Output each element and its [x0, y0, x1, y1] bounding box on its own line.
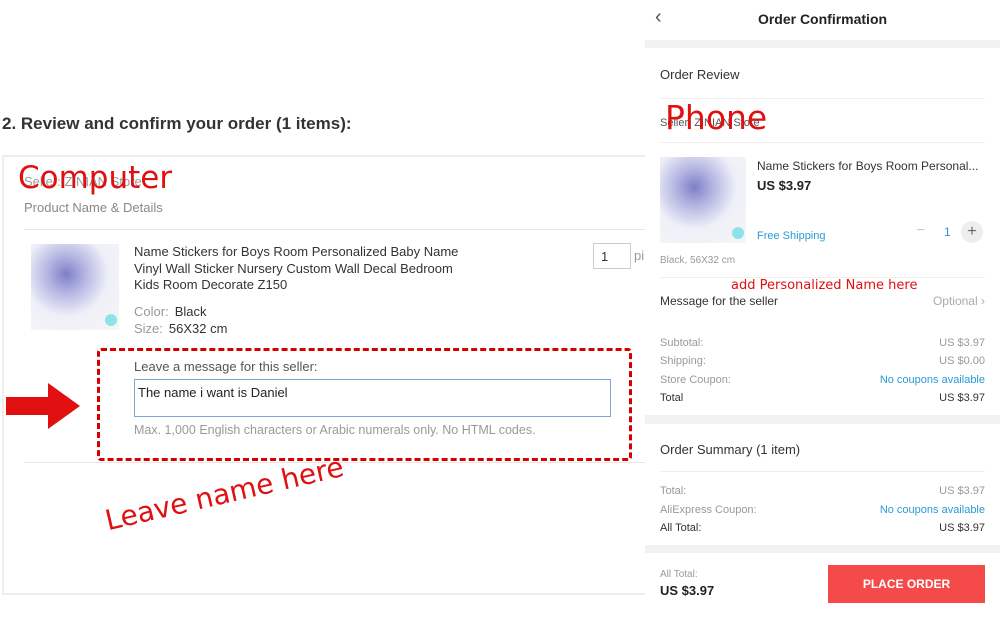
annotation-add-name: add Personalized Name here — [731, 278, 918, 293]
minus-icon[interactable]: − — [916, 222, 925, 240]
quantity-input[interactable]: 1 — [593, 243, 631, 269]
store-coupon-value[interactable]: No coupons available — [880, 374, 985, 386]
arrow-right-icon — [6, 383, 80, 429]
footer-all-total: US $3.97 — [660, 583, 715, 598]
product-price: US $3.97 — [757, 178, 812, 193]
color-label: Color: — [134, 304, 169, 319]
total-value: US $3.97 — [939, 392, 985, 404]
phone-header: ‹ Order Confirmation — [645, 0, 1000, 40]
shipping-row: Shipping: US $0.00 — [660, 355, 985, 367]
product-name[interactable]: Name Stickers for Boys Room Personal... — [757, 159, 978, 173]
store-coupon-label: Store Coupon: — [660, 374, 731, 386]
divider — [24, 229, 645, 230]
store-coupon-row: Store Coupon: No coupons available — [660, 374, 985, 386]
order-summary-title: Order Summary (1 item) — [660, 442, 801, 457]
total-row: Total US $3.97 — [660, 392, 985, 404]
message-label: Message for the seller — [660, 294, 779, 308]
total-label: Total — [660, 392, 684, 404]
ae-coupon-value[interactable]: No coupons available — [880, 504, 985, 516]
color-value: Black — [174, 304, 207, 319]
shipping-value: US $0.00 — [939, 355, 985, 367]
subtotal-label: Subtotal: — [660, 337, 704, 349]
all-total-label: All Total: — [660, 522, 702, 534]
shipping-label: Shipping: — [660, 355, 706, 367]
phone-panel: ‹ Order Confirmation Order Review Seller… — [645, 0, 1000, 624]
annotation-phone: Phone — [665, 98, 768, 137]
annotation-computer: Computer — [18, 160, 173, 196]
plus-icon[interactable]: + — [961, 221, 983, 243]
all-total-value: US $3.97 — [939, 522, 985, 534]
sum-total-value: US $3.97 — [939, 485, 985, 497]
place-order-button[interactable]: PLACE ORDER — [828, 565, 985, 603]
message-placeholder: Optional — [932, 294, 978, 308]
divider — [660, 471, 985, 472]
ae-coupon-row: AliExpress Coupon: No coupons available — [660, 504, 985, 516]
message-hint: Max. 1,000 English characters or Arabic … — [134, 423, 536, 437]
header-title: Order Confirmation — [757, 11, 888, 27]
message-textarea[interactable]: The name i want is Daniel — [134, 379, 611, 417]
message-label: Leave a message for this seller: — [134, 359, 318, 374]
order-review-title: Order Review — [660, 67, 740, 82]
phone-footer: All Total: US $3.97 PLACE ORDER — [645, 553, 1000, 624]
product-name[interactable]: Name Stickers for Boys Room Personalized… — [134, 244, 459, 294]
size-value: 56X32 cm — [168, 321, 228, 336]
free-shipping: Free Shipping — [757, 230, 826, 242]
divider — [660, 142, 985, 143]
footer-all-total-label: All Total: — [660, 569, 698, 580]
ae-coupon-label: AliExpress Coupon: — [660, 504, 757, 516]
product-image[interactable] — [660, 157, 746, 243]
message-optional: Optional › — [933, 294, 985, 308]
unit-label: pi — [634, 248, 645, 263]
sum-total-label: Total: — [660, 485, 687, 497]
size-label: Size: — [134, 321, 163, 336]
chevron-right-icon: › — [981, 294, 985, 308]
product-image[interactable] — [31, 244, 119, 330]
sum-total-row: Total: US $3.97 — [660, 485, 985, 497]
size-attr: Size: 56X32 cm — [134, 321, 227, 336]
section-title: 2. Review and confirm your order (1 item… — [2, 114, 352, 133]
color-attr: Color: Black — [134, 304, 206, 319]
subtotal-row: Subtotal: US $3.97 — [660, 337, 985, 349]
variant: Black, 56X32 cm — [660, 255, 736, 266]
all-total-row: All Total: US $3.97 — [660, 522, 985, 534]
quantity-value[interactable]: 1 — [944, 225, 951, 239]
product-header: Product Name & Details — [24, 200, 163, 215]
order-summary-section: Order Summary (1 item) Total: US $3.97 Al… — [645, 424, 1000, 545]
subtotal-value: US $3.97 — [939, 337, 985, 349]
message-seller-row[interactable]: Message for the seller Optional › — [660, 294, 985, 308]
